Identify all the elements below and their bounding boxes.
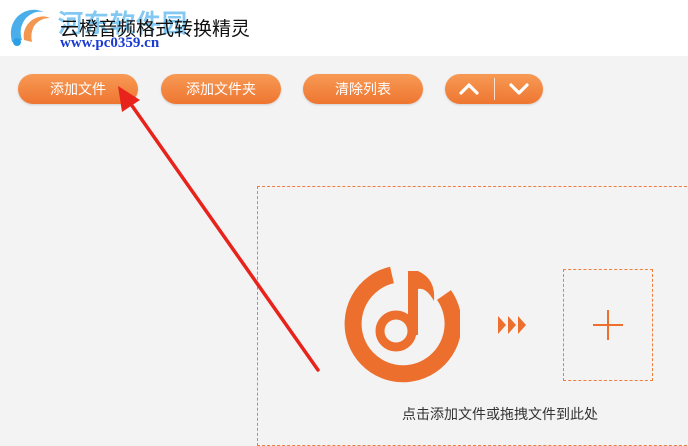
add-file-target[interactable] [563,269,653,381]
clear-list-button[interactable]: 清除列表 [303,74,423,104]
music-note-disc-icon [344,266,460,383]
watermark-url: www.pc0359.cn [60,35,160,51]
reorder-button-group [445,74,543,104]
move-up-button[interactable] [445,74,494,104]
drop-hint-text: 点击添加文件或拖拽文件到此处 [402,407,598,423]
chevron-up-icon [459,83,479,95]
app-logo-icon [10,9,50,46]
triple-forward-arrow-icon [498,316,526,334]
add-file-button[interactable]: 添加文件 [18,74,138,104]
add-folder-button[interactable]: 添加文件夹 [161,74,281,104]
move-down-button[interactable] [495,74,544,104]
chevron-down-icon [509,83,529,95]
title-bar: 河东软件园 云橙音频格式转换精灵 www.pc0359.cn [0,0,688,56]
plus-icon [593,310,623,340]
